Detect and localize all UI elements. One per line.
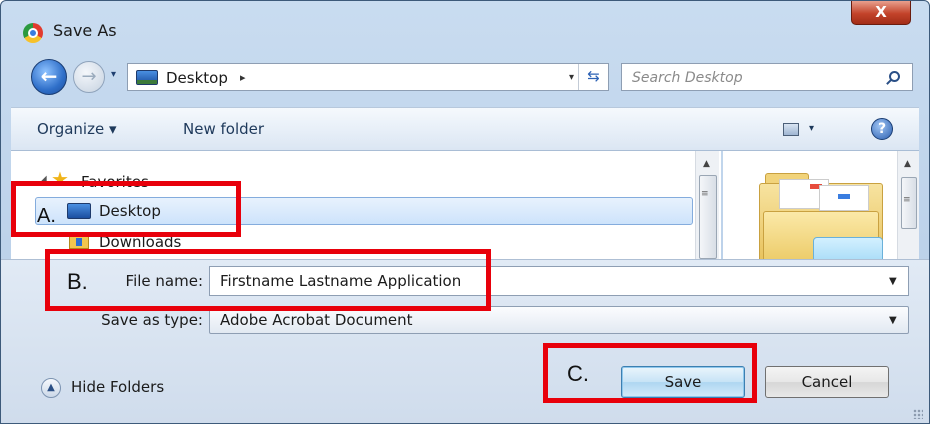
search-input[interactable]: Search Desktop [621, 63, 913, 91]
file-name-dropdown[interactable]: ▼ [889, 276, 897, 287]
refresh-button[interactable]: ⇆ [578, 64, 608, 90]
save-as-dialog: Save As X ← → ▾ Desktop ▸ ▾ ⇆ Search Des… [0, 0, 930, 424]
recent-locations-dropdown[interactable]: ▾ [111, 69, 116, 80]
folder-icon[interactable] [759, 173, 883, 259]
close-button[interactable]: X [851, 1, 911, 25]
content-scrollbar[interactable]: ▲ ≡ [897, 151, 919, 259]
window-title: Save As [53, 21, 117, 40]
address-location[interactable]: Desktop [166, 69, 228, 87]
hide-folders-label[interactable]: Hide Folders [71, 378, 164, 396]
collapse-icon[interactable]: ▲ [41, 378, 61, 398]
callout-box-b [45, 249, 491, 311]
forward-button[interactable]: → [73, 61, 105, 93]
resize-grip[interactable] [913, 409, 923, 419]
cancel-button[interactable]: Cancel [765, 366, 889, 398]
navigation-scrollbar[interactable]: ▲ ≡ [695, 151, 719, 259]
organize-button[interactable]: Organize ▾ [37, 120, 117, 138]
callout-label-c: C. [567, 361, 589, 386]
address-bar[interactable]: Desktop ▸ ▾ ⇆ [127, 63, 609, 91]
callout-label-b: B. [67, 269, 88, 294]
scroll-up-icon[interactable]: ▲ [703, 159, 710, 169]
desktop-icon [136, 70, 158, 85]
save-type-dropdown[interactable]: ▼ [889, 315, 897, 326]
back-button[interactable]: ← [31, 59, 67, 95]
save-type-label: Save as type: [101, 311, 203, 329]
scrollbar-thumb[interactable] [699, 175, 717, 259]
command-toolbar: Organize ▾ New folder ▾ ? [11, 107, 919, 151]
help-icon[interactable]: ? [871, 118, 893, 140]
grip-icon: ≡ [903, 195, 911, 205]
view-dropdown[interactable]: ▾ [809, 123, 814, 134]
new-folder-button[interactable]: New folder [183, 120, 264, 138]
grip-icon: ≡ [701, 189, 709, 199]
search-placeholder: Search Desktop [632, 70, 743, 86]
view-icon[interactable] [783, 123, 799, 136]
file-list-pane: ▲ ≡ [723, 151, 919, 259]
chrome-icon [23, 23, 43, 43]
chevron-right-icon[interactable]: ▸ [240, 71, 246, 84]
address-dropdown[interactable]: ▾ [569, 72, 574, 83]
callout-label-a: A. [37, 205, 56, 227]
title-bar: Save As X [1, 1, 929, 59]
search-icon[interactable] [889, 71, 900, 82]
scroll-up-icon[interactable]: ▲ [904, 159, 911, 169]
